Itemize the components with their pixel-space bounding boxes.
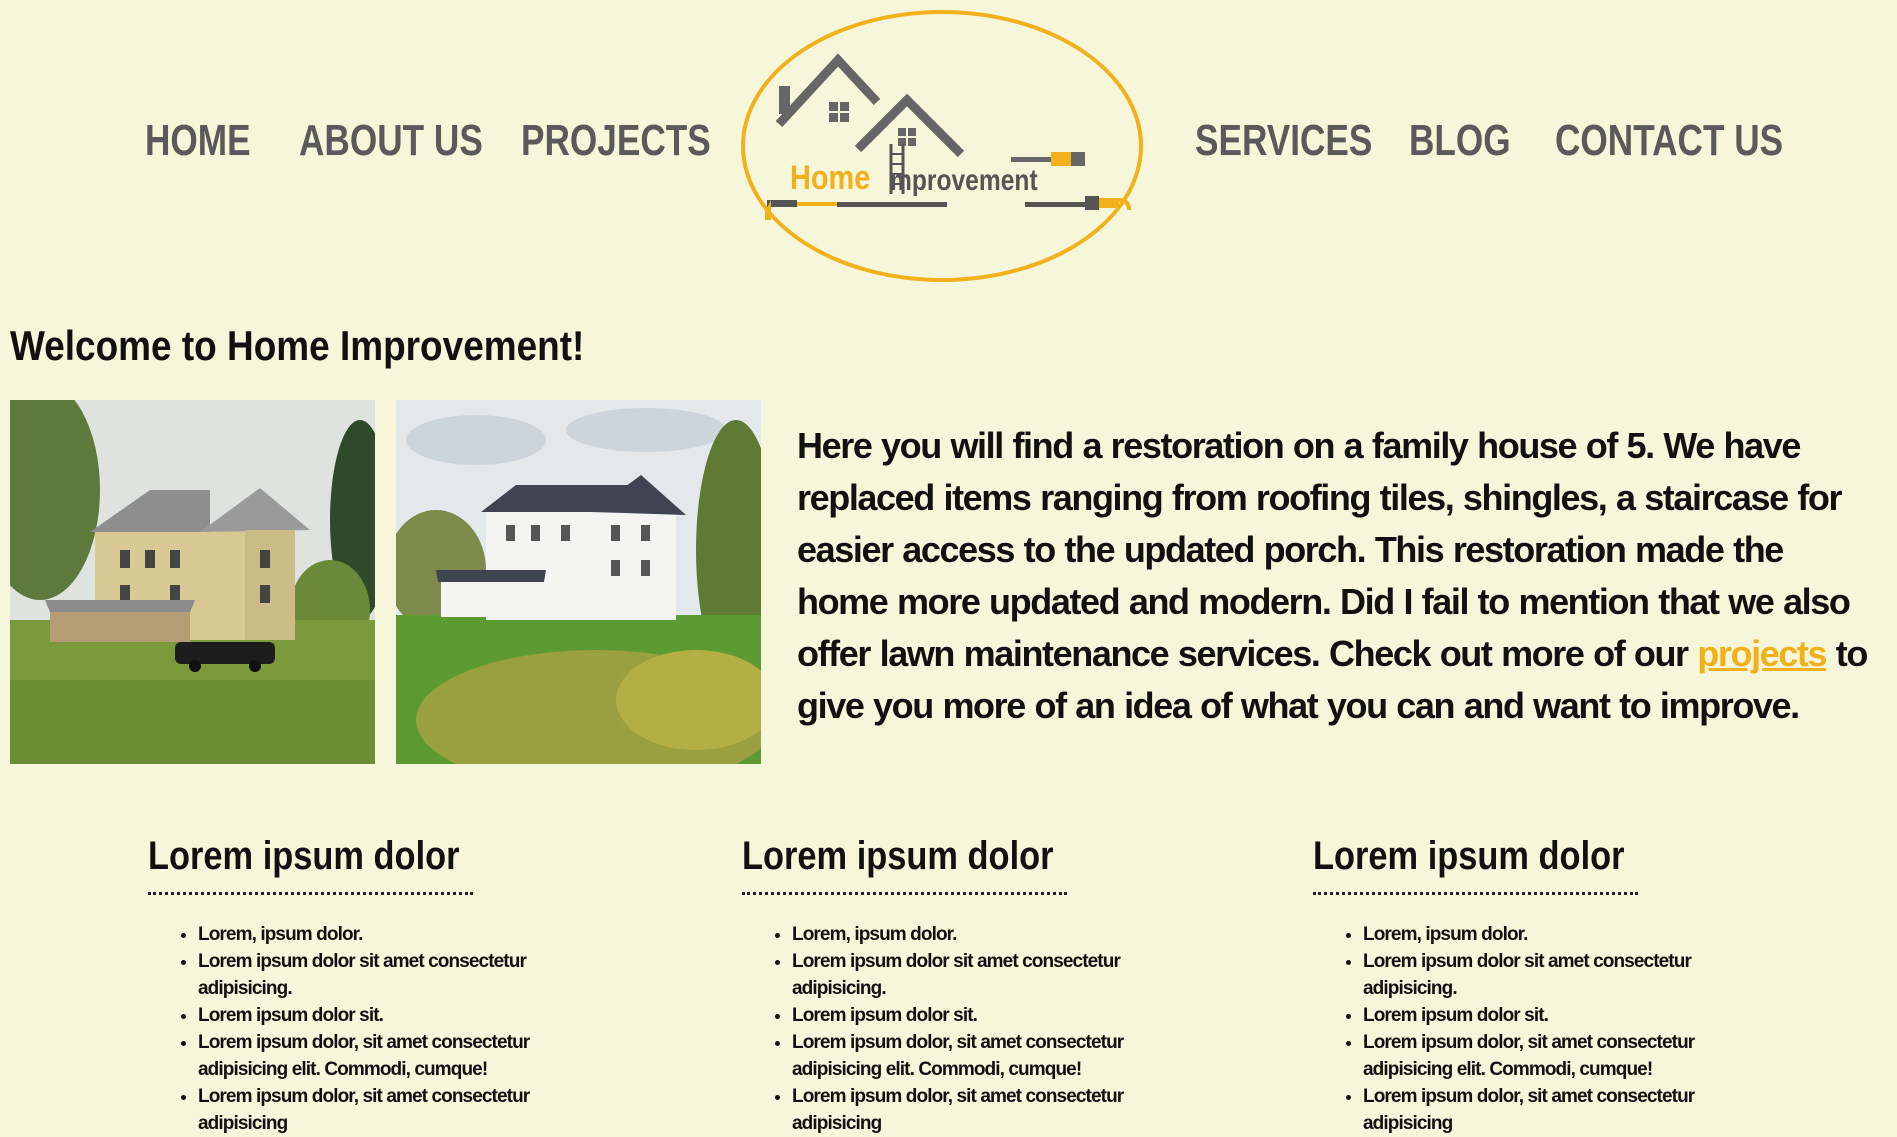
intro-text-before: Here you will find a restoration on a fa… bbox=[797, 425, 1851, 674]
dotted-divider bbox=[1313, 892, 1638, 895]
list-item: Lorem, ipsum dolor. bbox=[198, 921, 598, 948]
site-header: HOME ABOUT US PROJECTS Home mprovement S… bbox=[0, 0, 1897, 300]
list-item: Lorem ipsum dolor, sit amet consectetur … bbox=[792, 1029, 1192, 1083]
info-column-1: Lorem ipsum dolor Lorem, ipsum dolor. Lo… bbox=[148, 830, 598, 1137]
page-title: Welcome to Home Improvement! bbox=[10, 322, 585, 369]
list-item: Lorem ipsum dolor, sit amet consectetur … bbox=[198, 1029, 598, 1083]
list-item: Lorem ipsum dolor sit amet consectetur a… bbox=[792, 948, 1192, 1002]
list-item: Lorem ipsum dolor sit. bbox=[792, 1002, 1192, 1029]
column-list: Lorem, ipsum dolor. Lorem ipsum dolor si… bbox=[742, 921, 1192, 1137]
list-item: Lorem ipsum dolor, sit amet consectetur … bbox=[198, 1083, 598, 1137]
column-list: Lorem, ipsum dolor. Lorem ipsum dolor si… bbox=[1313, 921, 1763, 1137]
list-item: Lorem ipsum dolor, sit amet consectetur … bbox=[792, 1083, 1192, 1137]
nav-blog[interactable]: BLOG bbox=[1409, 111, 1511, 171]
logo-word-home: Home bbox=[790, 159, 871, 197]
nav-contact-us[interactable]: CONTACT US bbox=[1555, 111, 1783, 171]
list-item: Lorem ipsum dolor sit. bbox=[198, 1002, 598, 1029]
nav-about-us[interactable]: ABOUT US bbox=[299, 111, 483, 171]
logo-word-improvement: mprovement bbox=[890, 164, 1038, 197]
house-logo-icon bbox=[765, 53, 1131, 220]
nav-home[interactable]: HOME bbox=[145, 111, 251, 171]
column-title: Lorem ipsum dolor bbox=[148, 834, 460, 878]
list-item: Lorem ipsum dolor, sit amet consectetur … bbox=[1363, 1083, 1763, 1137]
nav-services[interactable]: SERVICES bbox=[1195, 111, 1372, 171]
info-column-3: Lorem ipsum dolor Lorem, ipsum dolor. Lo… bbox=[1313, 830, 1763, 1137]
projects-link[interactable]: projects bbox=[1697, 633, 1827, 674]
list-item: Lorem ipsum dolor sit amet consectetur a… bbox=[1363, 948, 1763, 1002]
house-before-photo bbox=[10, 400, 375, 764]
house-after-photo bbox=[396, 400, 761, 764]
column-title: Lorem ipsum dolor bbox=[1313, 834, 1625, 878]
list-item: Lorem ipsum dolor sit. bbox=[1363, 1002, 1763, 1029]
logo[interactable]: Home mprovement bbox=[741, 10, 1143, 282]
nav-projects[interactable]: PROJECTS bbox=[521, 111, 711, 171]
list-item: Lorem ipsum dolor, sit amet consectetur … bbox=[1363, 1029, 1763, 1083]
list-item: Lorem, ipsum dolor. bbox=[1363, 921, 1763, 948]
dotted-divider bbox=[148, 892, 473, 895]
list-item: Lorem, ipsum dolor. bbox=[792, 921, 1192, 948]
dotted-divider bbox=[742, 892, 1067, 895]
column-title: Lorem ipsum dolor bbox=[742, 834, 1054, 878]
column-list: Lorem, ipsum dolor. Lorem ipsum dolor si… bbox=[148, 921, 598, 1137]
intro-paragraph: Here you will find a restoration on a fa… bbox=[797, 420, 1882, 732]
info-column-2: Lorem ipsum dolor Lorem, ipsum dolor. Lo… bbox=[742, 830, 1192, 1137]
list-item: Lorem ipsum dolor sit amet consectetur a… bbox=[198, 948, 598, 1002]
